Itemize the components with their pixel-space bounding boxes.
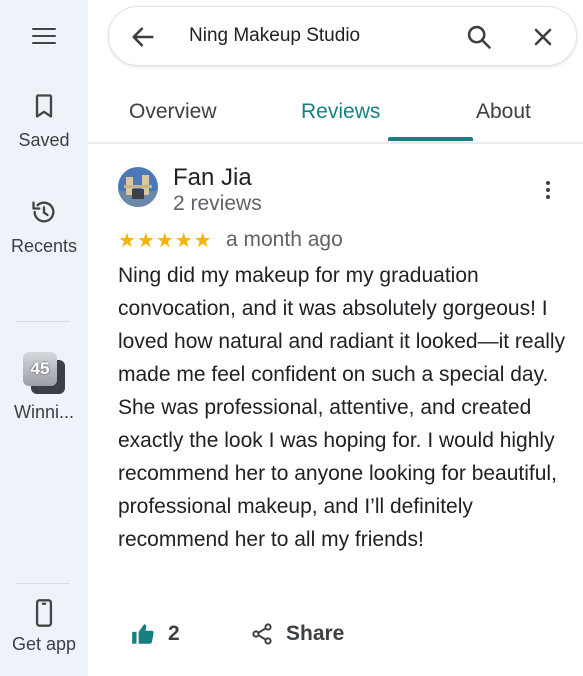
tab-overview[interactable]: Overview (129, 100, 217, 124)
get-app-button[interactable]: Get app (0, 598, 88, 656)
share-button[interactable]: Share (250, 618, 344, 650)
close-icon[interactable] (529, 23, 557, 51)
phone-icon (35, 599, 53, 627)
review-text: Ning did my makeup for my graduation con… (118, 264, 566, 551)
rail-divider (16, 321, 70, 322)
tab-reviews[interactable]: Reviews (301, 100, 380, 124)
history-icon (32, 201, 55, 223)
reviewer-avatar[interactable] (118, 167, 158, 207)
rail-divider (16, 583, 70, 584)
more-options-icon[interactable] (538, 178, 558, 202)
tab-about[interactable]: About (476, 100, 531, 124)
share-icon (252, 623, 272, 645)
place-tabs: Overview Reviews About (88, 88, 583, 144)
side-rail: Saved Recents 45 Winni... Get app (0, 0, 88, 676)
share-label: Share (286, 622, 345, 645)
recents-label: Recents (10, 236, 78, 256)
recent-place-thumbnail: 45 (23, 352, 65, 394)
saved-button[interactable]: Saved (0, 92, 88, 152)
get-app-label: Get app (11, 634, 77, 654)
search-icon[interactable] (465, 23, 493, 51)
active-tab-indicator (388, 137, 473, 141)
avatar-image (118, 167, 158, 207)
search-box[interactable]: Ning Makeup Studio (108, 6, 577, 66)
back-arrow-icon[interactable] (129, 23, 157, 51)
search-input[interactable]: Ning Makeup Studio (189, 25, 360, 47)
recent-place-item[interactable]: 45 Winni... (0, 352, 88, 424)
thumbs-up-icon (132, 624, 154, 644)
like-count: 2 (168, 622, 180, 645)
reviewer-review-count: 2 reviews (173, 192, 262, 215)
review-date: a month ago (226, 228, 343, 251)
like-button[interactable]: 2 (130, 618, 180, 650)
bookmark-icon (35, 94, 53, 118)
recent-place-label: Winni... (13, 402, 74, 422)
recents-button[interactable]: Recents (0, 198, 88, 258)
reviewer-name[interactable]: Fan Jia (173, 164, 252, 192)
menu-icon[interactable] (30, 24, 58, 48)
recent-place-badge: 45 (23, 352, 57, 386)
saved-label: Saved (18, 130, 70, 150)
star-rating: ★★★★★ (118, 230, 213, 252)
